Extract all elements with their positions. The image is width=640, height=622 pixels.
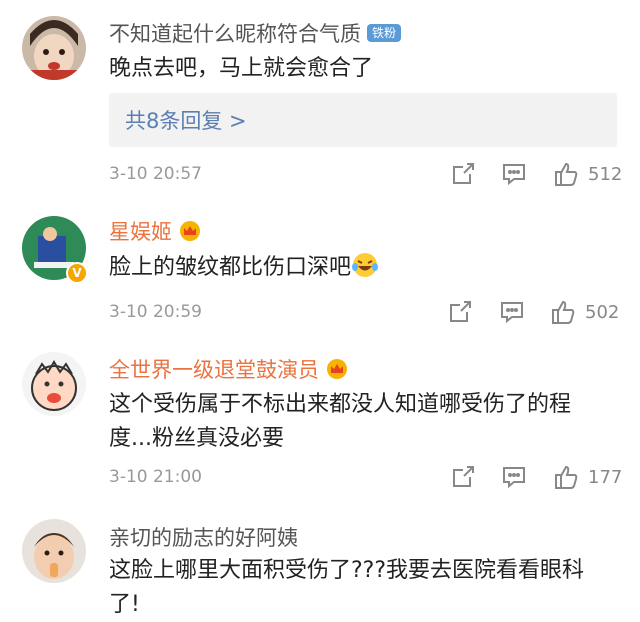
share-icon[interactable] bbox=[446, 298, 474, 326]
comment-text: 晚点去吧，马上就会愈合了 bbox=[109, 56, 374, 81]
username[interactable]: 全世界一级退堂鼓演员 bbox=[109, 354, 319, 384]
vip-crown-icon bbox=[178, 220, 202, 242]
comment-meta: 3-10 21:00 177 bbox=[109, 463, 622, 493]
timestamp: 3-10 20:57 bbox=[109, 164, 202, 184]
avatar[interactable] bbox=[22, 519, 86, 583]
like-button[interactable]: 502 bbox=[549, 298, 619, 326]
timestamp: 3-10 21:00 bbox=[109, 467, 202, 487]
comment-text: 这脸上哪里大面积受伤了???我要去医院看看眼科 了! bbox=[109, 554, 629, 622]
like-count: 177 bbox=[588, 466, 623, 488]
replies-box: 共8条回复 > bbox=[109, 93, 617, 147]
share-icon[interactable] bbox=[449, 160, 477, 188]
thumbs-up-icon bbox=[555, 465, 578, 489]
like-count: 502 bbox=[585, 301, 620, 323]
view-replies-link[interactable]: 共8条回复 > bbox=[125, 105, 247, 135]
comment-text-line: 度...粉丝真没必要 bbox=[109, 426, 284, 451]
comment-icon[interactable] bbox=[500, 160, 528, 188]
username-row: 不知道起什么昵称符合气质 铁粉 bbox=[109, 18, 402, 48]
comment-icon[interactable] bbox=[500, 463, 528, 491]
comment-text: 脸上的皱纹都比伤口深吧 bbox=[109, 251, 629, 285]
thumbs-up-icon bbox=[552, 300, 575, 324]
thumbs-up-icon bbox=[555, 162, 578, 186]
like-button[interactable]: 512 bbox=[552, 160, 622, 188]
username-row: 全世界一级退堂鼓演员 bbox=[109, 354, 349, 384]
comment-text-line: 这个受伤属于不标出来都没人知道哪受伤了的程 bbox=[109, 392, 572, 417]
username-row: 星娱姬 bbox=[109, 216, 202, 246]
comment-text-line: 了! bbox=[109, 592, 140, 617]
username[interactable]: 亲切的励志的好阿姨 bbox=[109, 522, 298, 552]
comment-icon[interactable] bbox=[498, 298, 526, 326]
like-button[interactable]: 177 bbox=[552, 463, 622, 491]
comment-meta: 3-10 20:57 512 bbox=[109, 160, 622, 190]
share-icon[interactable] bbox=[449, 463, 477, 491]
username[interactable]: 不知道起什么昵称符合气质 bbox=[109, 18, 361, 48]
like-count: 512 bbox=[588, 163, 623, 185]
laughing-tears-emoji bbox=[351, 251, 379, 279]
comment-meta: 3-10 20:59 502 bbox=[109, 298, 619, 328]
avatar[interactable] bbox=[22, 352, 86, 416]
comment-text-content: 脸上的皱纹都比伤口深吧 bbox=[109, 255, 352, 280]
fan-badge: 铁粉 bbox=[367, 24, 402, 42]
verified-badge: V bbox=[66, 262, 88, 284]
comment-text: 这个受伤属于不标出来都没人知道哪受伤了的程 度...粉丝真没必要 bbox=[109, 388, 629, 456]
timestamp: 3-10 20:59 bbox=[109, 302, 202, 322]
username-row: 亲切的励志的好阿姨 bbox=[109, 522, 298, 552]
vip-crown-icon bbox=[325, 358, 349, 380]
comment-text-line: 这脸上哪里大面积受伤了???我要去医院看看眼科 bbox=[109, 558, 585, 583]
username[interactable]: 星娱姬 bbox=[109, 216, 172, 246]
avatar[interactable] bbox=[22, 16, 86, 80]
